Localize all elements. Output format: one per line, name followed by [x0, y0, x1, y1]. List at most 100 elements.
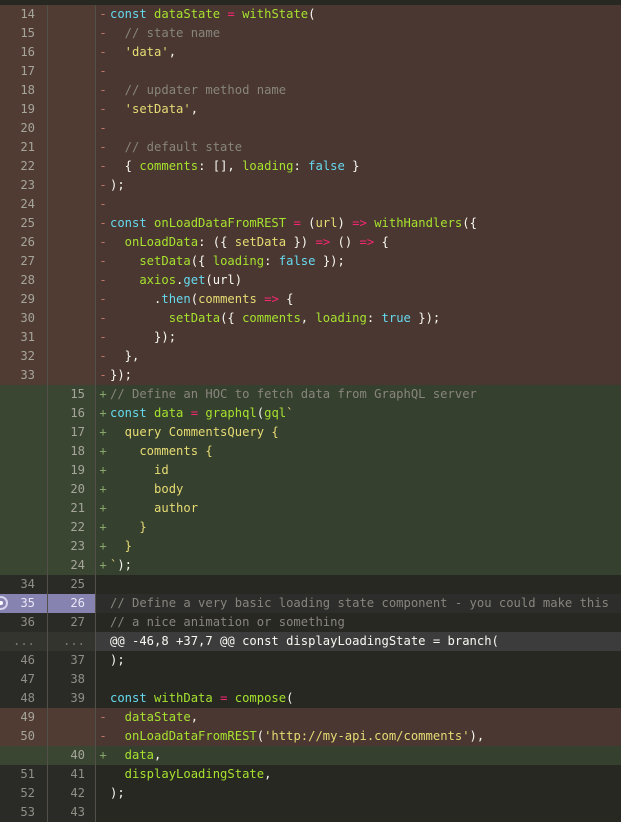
- new-line-number[interactable]: 27: [48, 613, 96, 632]
- new-line-number[interactable]: [48, 138, 96, 157]
- diff-line[interactable]: 47 38: [0, 670, 621, 689]
- diff-line[interactable]: 18 + comments {: [0, 442, 621, 461]
- new-line-number[interactable]: [48, 708, 96, 727]
- diff-line[interactable]: 22 + }: [0, 518, 621, 537]
- old-line-number[interactable]: 19: [0, 100, 48, 119]
- new-line-number[interactable]: 26: [48, 594, 96, 613]
- old-line-number[interactable]: 46: [0, 651, 48, 670]
- old-line-number[interactable]: [0, 480, 48, 499]
- diff-line[interactable]: 33 -});: [0, 366, 621, 385]
- diff-line[interactable]: 16 - 'data',: [0, 43, 621, 62]
- old-line-number[interactable]: [0, 518, 48, 537]
- diff-line[interactable]: 14 - const dataState = withState(: [0, 5, 621, 24]
- diff-line[interactable]: 51 41 displayLoadingState,: [0, 765, 621, 784]
- diff-line[interactable]: 28 - axios.get(url): [0, 271, 621, 290]
- diff-line[interactable]: 50 - onLoadDataFromREST('http://my-api.co…: [0, 727, 621, 746]
- diff-line[interactable]: 24 -: [0, 195, 621, 214]
- diff-line[interactable]: 29 - .then(comments => {: [0, 290, 621, 309]
- diff-line[interactable]: 30 - setData({ comments, loading: true })…: [0, 309, 621, 328]
- new-line-number[interactable]: [48, 62, 96, 81]
- new-line-number[interactable]: 20: [48, 480, 96, 499]
- old-line-number[interactable]: [0, 423, 48, 442]
- new-line-number[interactable]: 38: [48, 670, 96, 689]
- diff-line[interactable]: 20 + body: [0, 480, 621, 499]
- old-line-number[interactable]: 32: [0, 347, 48, 366]
- diff-line[interactable]: 21 - // default state: [0, 138, 621, 157]
- diff-line[interactable]: 36 27 // a nice animation or something: [0, 613, 621, 632]
- new-line-number[interactable]: 17: [48, 423, 96, 442]
- new-line-number[interactable]: 40: [48, 746, 96, 765]
- old-line-number[interactable]: 30: [0, 309, 48, 328]
- diff-line[interactable]: 23 + }: [0, 537, 621, 556]
- diff-line[interactable]: 46 37 );: [0, 651, 621, 670]
- new-line-number[interactable]: [48, 328, 96, 347]
- new-line-number[interactable]: 21: [48, 499, 96, 518]
- old-line-number[interactable]: 27: [0, 252, 48, 271]
- new-line-number[interactable]: [48, 119, 96, 138]
- old-line-number[interactable]: 14: [0, 5, 48, 24]
- new-line-number[interactable]: [48, 81, 96, 100]
- new-line-number[interactable]: [48, 100, 96, 119]
- new-line-number[interactable]: 25: [48, 575, 96, 594]
- old-line-number[interactable]: [0, 461, 48, 480]
- old-line-number[interactable]: [0, 442, 48, 461]
- diff-line[interactable]: 17 -: [0, 62, 621, 81]
- diff-line[interactable]: 20 -: [0, 119, 621, 138]
- diff-line[interactable]: 52 42 );: [0, 784, 621, 803]
- new-line-number[interactable]: ...: [48, 632, 96, 651]
- old-line-number[interactable]: 34: [0, 575, 48, 594]
- diff-line[interactable]: 31 - });: [0, 328, 621, 347]
- old-line-number[interactable]: [0, 385, 48, 404]
- old-line-number[interactable]: 47: [0, 670, 48, 689]
- diff-line[interactable]: 53 43: [0, 803, 621, 822]
- old-line-number[interactable]: 24: [0, 195, 48, 214]
- old-line-number[interactable]: 49: [0, 708, 48, 727]
- old-line-number[interactable]: 20: [0, 119, 48, 138]
- old-line-number[interactable]: 18: [0, 81, 48, 100]
- old-line-number[interactable]: 36: [0, 613, 48, 632]
- old-line-number[interactable]: [0, 537, 48, 556]
- new-line-number[interactable]: [48, 233, 96, 252]
- new-line-number[interactable]: [48, 176, 96, 195]
- diff-line[interactable]: 18 - // updater method name: [0, 81, 621, 100]
- new-line-number[interactable]: 42: [48, 784, 96, 803]
- new-line-number[interactable]: 23: [48, 537, 96, 556]
- old-line-number[interactable]: 31: [0, 328, 48, 347]
- new-line-number[interactable]: 19: [48, 461, 96, 480]
- old-line-number[interactable]: [0, 746, 48, 765]
- new-line-number[interactable]: 41: [48, 765, 96, 784]
- diff-line[interactable]: 22 - { comments: [], loading: false }: [0, 157, 621, 176]
- diff-line[interactable]: 26 - onLoadData: ({ setData }) => () => {: [0, 233, 621, 252]
- old-line-number[interactable]: 23: [0, 176, 48, 195]
- diff-line[interactable]: 35 26 // Define a very basic loading stat…: [0, 594, 621, 613]
- hunk-header[interactable]: ...... @@ -46,8 +37,7 @@ const displayLoa…: [0, 632, 621, 651]
- new-line-number[interactable]: 15: [48, 385, 96, 404]
- new-line-number[interactable]: [48, 290, 96, 309]
- new-line-number[interactable]: [48, 252, 96, 271]
- old-line-number[interactable]: ...: [0, 632, 48, 651]
- diff-line[interactable]: 15 - // state name: [0, 24, 621, 43]
- old-line-number[interactable]: 22: [0, 157, 48, 176]
- new-line-number[interactable]: [48, 195, 96, 214]
- new-line-number[interactable]: [48, 214, 96, 233]
- old-line-number[interactable]: [0, 556, 48, 575]
- new-line-number[interactable]: 39: [48, 689, 96, 708]
- diff-line[interactable]: 15 +// Define an HOC to fetch data from G…: [0, 385, 621, 404]
- old-line-number[interactable]: 29: [0, 290, 48, 309]
- diff-line[interactable]: 40 + data,: [0, 746, 621, 765]
- diff-line[interactable]: 23 -);: [0, 176, 621, 195]
- new-line-number[interactable]: [48, 157, 96, 176]
- diff-line[interactable]: 19 - 'setData',: [0, 100, 621, 119]
- old-line-number[interactable]: 25: [0, 214, 48, 233]
- new-line-number[interactable]: 24: [48, 556, 96, 575]
- diff-line[interactable]: 34 25: [0, 575, 621, 594]
- diff-line[interactable]: 16 + const data = graphql(gql`: [0, 404, 621, 423]
- old-line-number[interactable]: 28: [0, 271, 48, 290]
- old-line-number[interactable]: 53: [0, 803, 48, 822]
- old-line-number[interactable]: 52: [0, 784, 48, 803]
- old-line-number[interactable]: [0, 499, 48, 518]
- new-line-number[interactable]: [48, 309, 96, 328]
- diff-line[interactable]: 24 + `);: [0, 556, 621, 575]
- new-line-number[interactable]: 18: [48, 442, 96, 461]
- new-line-number[interactable]: 22: [48, 518, 96, 537]
